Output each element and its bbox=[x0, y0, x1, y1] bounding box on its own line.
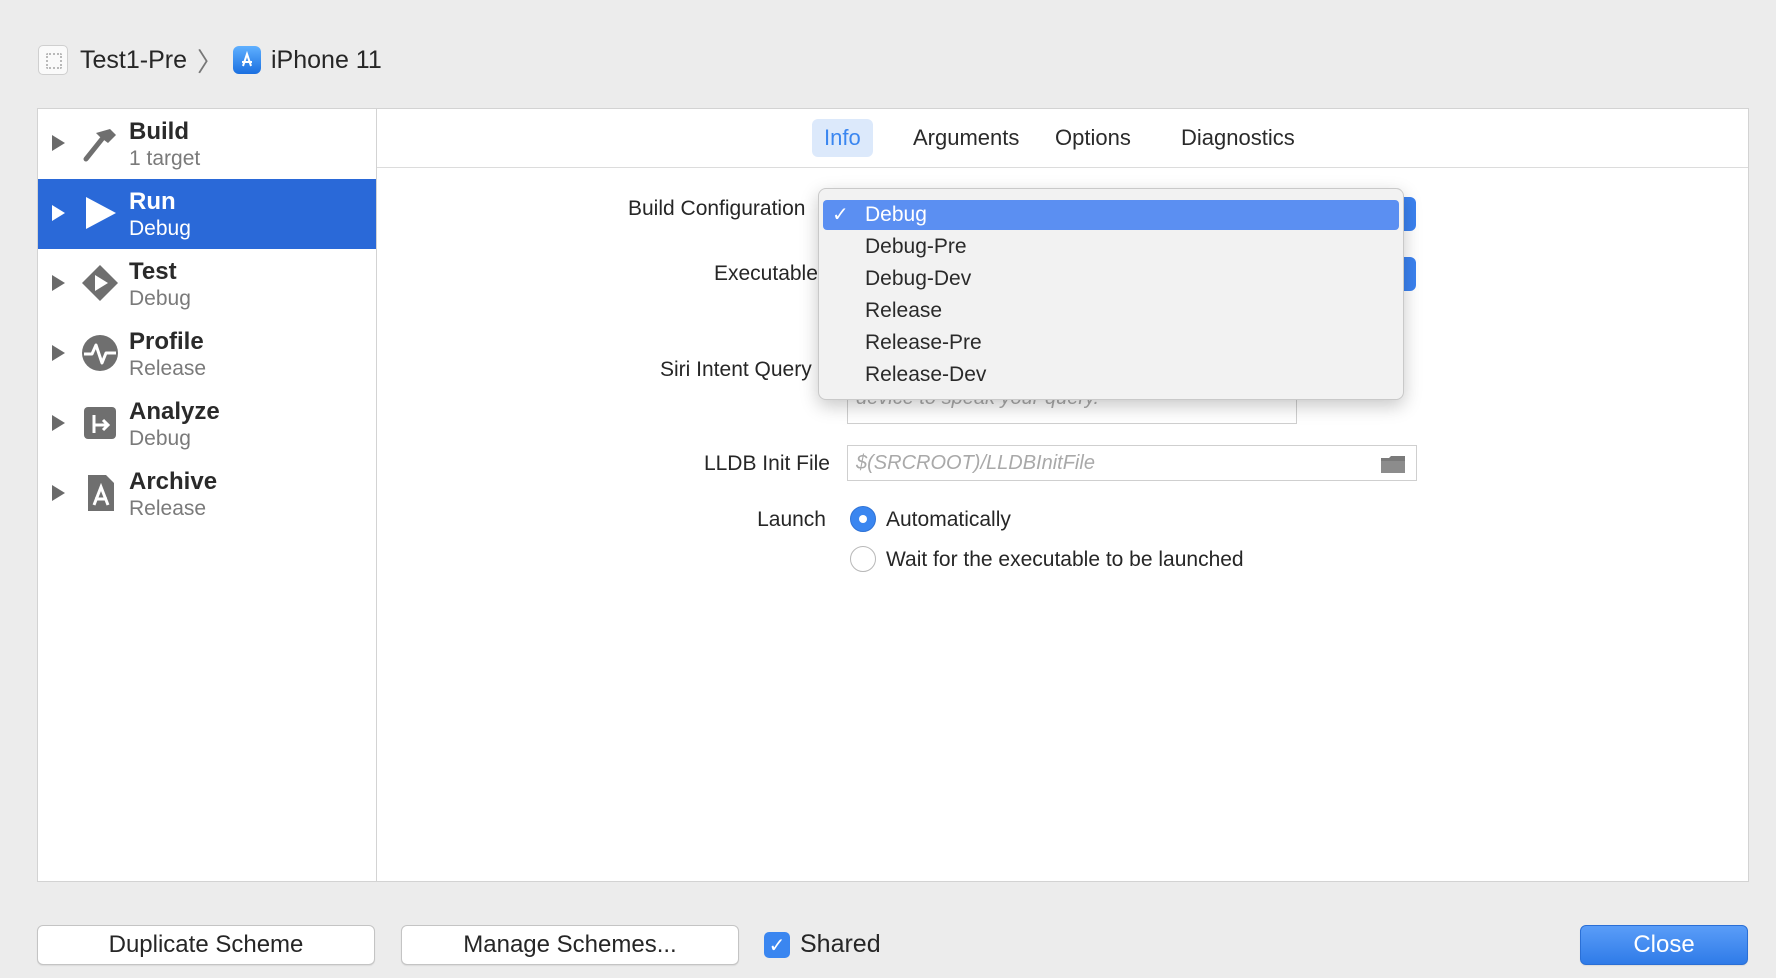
lldb-init-file-placeholder: $(SRCROOT)/LLDBInitFile bbox=[856, 452, 1095, 474]
play-icon bbox=[86, 197, 116, 229]
folder-icon[interactable] bbox=[1380, 454, 1406, 474]
disclosure-triangle-icon[interactable] bbox=[52, 275, 65, 291]
sidebar-item-title: Archive bbox=[129, 468, 218, 495]
sidebar-item-subtitle: 1 target bbox=[129, 147, 201, 170]
sidebar-item-title: Profile bbox=[129, 328, 204, 355]
launch-wait-radio[interactable] bbox=[850, 546, 876, 572]
shared-label[interactable]: Shared bbox=[800, 930, 881, 959]
sidebar-item-title: Build bbox=[129, 118, 189, 145]
sidebar-item-title: Test bbox=[129, 258, 177, 285]
breadcrumb-device[interactable]: iPhone 11 bbox=[271, 46, 382, 75]
test-diamond-icon bbox=[82, 265, 118, 301]
executable-label: Executable bbox=[714, 262, 818, 285]
breadcrumb-project[interactable]: Test1-Pre bbox=[80, 46, 187, 75]
shared-checkbox[interactable]: ✓ bbox=[764, 932, 790, 958]
menu-item-label: Debug-Pre bbox=[865, 235, 967, 258]
build-configuration-label: Build Configuration bbox=[628, 197, 806, 220]
manage-schemes-button[interactable]: Manage Schemes... bbox=[401, 925, 739, 965]
disclosure-triangle-icon[interactable] bbox=[52, 135, 65, 151]
launch-automatically-label[interactable]: Automatically bbox=[886, 508, 1011, 532]
sidebar-item-run[interactable]: Run Debug bbox=[38, 179, 376, 249]
sidebar-item-subtitle: Release bbox=[129, 497, 207, 520]
menu-item-label: Debug-Dev bbox=[865, 267, 972, 290]
sidebar-item-analyze[interactable]: Analyze Debug bbox=[38, 389, 376, 459]
build-configuration-menu: ✓ Debug Debug-Pre Debug-Dev Release Rele… bbox=[818, 188, 1404, 400]
disclosure-triangle-icon[interactable] bbox=[52, 205, 65, 221]
instruments-gauge-icon bbox=[82, 335, 118, 371]
launch-label: Launch bbox=[757, 508, 826, 531]
menu-item-release-pre[interactable]: Release-Pre bbox=[823, 328, 1399, 358]
close-button[interactable]: Close bbox=[1580, 925, 1748, 965]
analyze-icon bbox=[84, 407, 116, 439]
app-store-icon bbox=[233, 46, 261, 74]
menu-item-debug[interactable]: ✓ Debug bbox=[823, 200, 1399, 230]
tab-bar: Info Arguments Options Diagnostics bbox=[377, 109, 1748, 168]
disclosure-triangle-icon[interactable] bbox=[52, 415, 65, 431]
sidebar-item-archive[interactable]: Archive Release bbox=[38, 459, 376, 529]
tab-arguments[interactable]: Arguments bbox=[901, 119, 1031, 157]
menu-item-label: Debug bbox=[865, 203, 927, 226]
launch-wait-label[interactable]: Wait for the executable to be launched bbox=[886, 548, 1244, 572]
disclosure-triangle-icon[interactable] bbox=[52, 345, 65, 361]
checkmark-icon: ✓ bbox=[832, 204, 849, 226]
menu-item-label: Release-Dev bbox=[865, 363, 987, 386]
sidebar-item-title: Run bbox=[129, 188, 176, 215]
archive-icon bbox=[88, 475, 114, 511]
siri-intent-query-label: Siri Intent Query bbox=[660, 358, 812, 381]
menu-item-debug-pre[interactable]: Debug-Pre bbox=[823, 232, 1399, 262]
sidebar-item-build[interactable]: Build 1 target bbox=[38, 109, 376, 179]
menu-item-label: Release bbox=[865, 299, 943, 322]
lldb-init-file-label: LLDB Init File bbox=[703, 452, 830, 475]
sidebar-item-subtitle: Debug bbox=[129, 427, 191, 450]
sidebar-item-title: Analyze bbox=[129, 398, 220, 425]
lldb-init-file-field[interactable]: $(SRCROOT)/LLDBInitFile bbox=[847, 445, 1417, 481]
breadcrumb: Test1-Pre 〉 iPhone 11 bbox=[38, 40, 382, 80]
hammer-icon bbox=[83, 129, 116, 162]
tab-info[interactable]: Info bbox=[812, 119, 873, 157]
tab-diagnostics[interactable]: Diagnostics bbox=[1169, 119, 1307, 157]
tab-options[interactable]: Options bbox=[1043, 119, 1143, 157]
chevron-right-icon: 〉 bbox=[196, 46, 223, 77]
scheme-action-sidebar: Build 1 target Run Debug Test Debug Prof… bbox=[38, 109, 377, 881]
sidebar-item-subtitle: Release bbox=[129, 357, 207, 380]
disclosure-triangle-icon[interactable] bbox=[52, 485, 65, 501]
sidebar-item-profile[interactable]: Profile Release bbox=[38, 319, 376, 389]
menu-item-label: Release-Pre bbox=[865, 331, 982, 354]
sidebar-item-test[interactable]: Test Debug bbox=[38, 249, 376, 319]
sidebar-item-subtitle: Debug bbox=[129, 217, 191, 240]
duplicate-scheme-button[interactable]: Duplicate Scheme bbox=[37, 925, 375, 965]
menu-item-release[interactable]: Release bbox=[823, 296, 1399, 326]
sidebar-item-subtitle: Debug bbox=[129, 287, 191, 310]
project-icon bbox=[38, 45, 68, 75]
menu-item-release-dev[interactable]: Release-Dev bbox=[823, 360, 1399, 390]
launch-automatically-radio[interactable] bbox=[850, 506, 876, 532]
menu-item-debug-dev[interactable]: Debug-Dev bbox=[823, 264, 1399, 294]
